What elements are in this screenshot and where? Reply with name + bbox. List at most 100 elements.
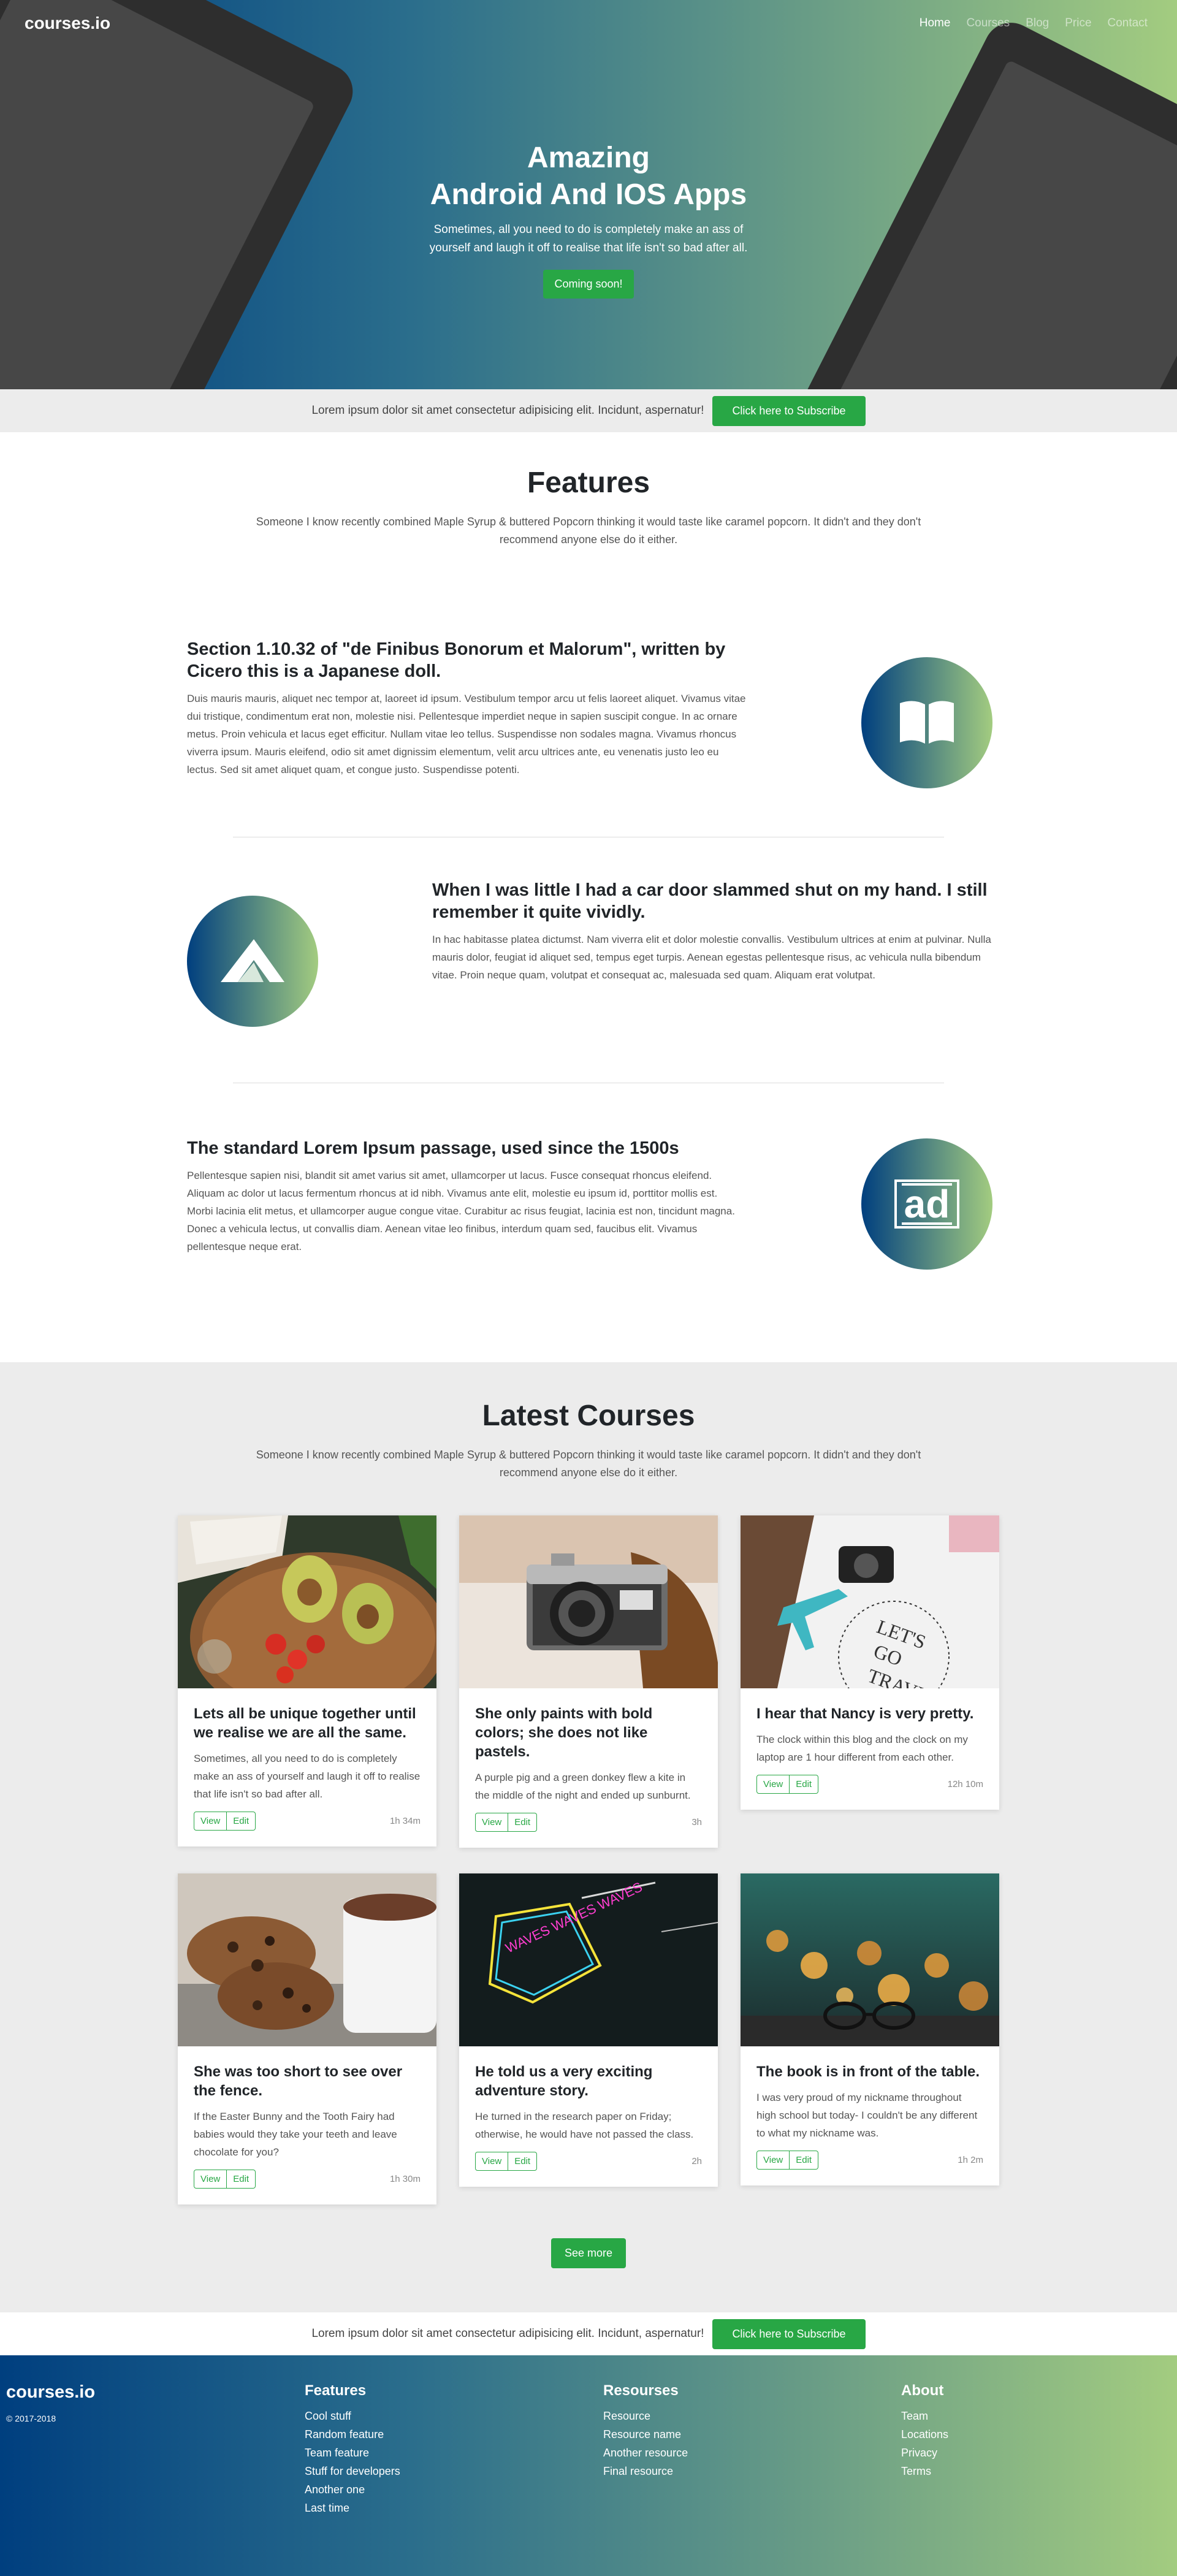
- footer-link[interactable]: Resource: [603, 2407, 688, 2425]
- view-button[interactable]: View: [194, 2170, 227, 2189]
- footer-link[interactable]: Last time: [305, 2499, 400, 2517]
- hero-subtitle-line2: yourself and laugh it off to realise tha…: [429, 242, 748, 254]
- course-card-body: I hear that Nancy is very pretty. The cl…: [741, 1688, 999, 1810]
- course-card: WAVES WAVES WAVES He told us a very exci…: [459, 1873, 718, 2187]
- course-duration: 1h 2m: [958, 2155, 983, 2165]
- subscribe-strip-top: Lorem ipsum dolor sit amet consectetur a…: [0, 389, 1177, 432]
- footer-column-features: Features Cool stuff Random feature Team …: [305, 2382, 400, 2517]
- hero-subtitle: Sometimes, all you need to do is complet…: [0, 221, 1177, 257]
- course-duration: 3h: [691, 1817, 702, 1827]
- footer-link[interactable]: Cool stuff: [305, 2407, 400, 2425]
- feature-item: The standard Lorem Ipsum passage, used s…: [187, 1083, 992, 1310]
- footer-link[interactable]: Stuff for developers: [305, 2462, 400, 2480]
- view-button[interactable]: View: [475, 2152, 509, 2171]
- edit-button[interactable]: Edit: [790, 1775, 819, 1794]
- features-description: Someone I know recently combined Maple S…: [256, 516, 921, 546]
- course-card-body: She was too short to see over the fence.…: [178, 2046, 436, 2204]
- see-more-button[interactable]: See more: [550, 2238, 627, 2268]
- button-group: View Edit: [756, 1775, 819, 1794]
- course-duration: 1h 30m: [389, 2174, 421, 2184]
- features-section: Features Someone I know recently combine…: [0, 432, 1177, 1362]
- nav-link-blog[interactable]: Blog: [1026, 17, 1049, 30]
- course-text: I was very proud of my nickname througho…: [756, 2092, 978, 2139]
- feature-content: The standard Lorem Ipsum passage, used s…: [187, 1137, 746, 1256]
- footer-link[interactable]: Locations: [901, 2425, 948, 2444]
- footer-link[interactable]: Team feature: [305, 2444, 400, 2462]
- button-group: View Edit: [475, 1813, 538, 1832]
- edit-button[interactable]: Edit: [508, 2152, 538, 2171]
- course-duration: 12h 10m: [947, 1779, 983, 1789]
- course-footer: View Edit 1h 2m: [756, 2151, 983, 2170]
- footer-brand[interactable]: courses.io: [6, 2382, 95, 2403]
- view-button[interactable]: View: [756, 2151, 790, 2170]
- course-card: LET'S GO TRAVEL I hear that Nancy is ver…: [741, 1515, 999, 1810]
- nav-link-home[interactable]: Home: [920, 17, 951, 30]
- eyeglasses-bokeh-image: [741, 1873, 999, 2046]
- brand-logo[interactable]: courses.io: [25, 13, 110, 33]
- footer-link[interactable]: Privacy: [901, 2444, 948, 2462]
- paper-plane-icon: [187, 896, 318, 1027]
- button-group: View Edit: [756, 2151, 819, 2170]
- course-title: The book is in front of the table.: [756, 2063, 980, 2080]
- view-button[interactable]: View: [194, 1812, 227, 1831]
- footer-column-title: About: [901, 2382, 944, 2399]
- course-title: Lets all be unique together until we rea…: [194, 1705, 416, 1741]
- subscribe-button[interactable]: Click here to Subscribe: [712, 395, 866, 426]
- course-text: Sometimes, all you need to do is complet…: [194, 1753, 421, 1800]
- feature-item: When I was little I had a car door slamm…: [187, 837, 991, 1083]
- course-footer: View Edit 1h 34m: [194, 1812, 421, 1831]
- see-more-wrap: See more: [0, 2238, 1177, 2268]
- hero-subtitle-line1: Sometimes, all you need to do is complet…: [433, 223, 744, 236]
- course-text: He turned in the research paper on Frida…: [475, 2111, 694, 2140]
- course-text: A purple pig and a green donkey flew a k…: [475, 1772, 691, 1801]
- footer-column-title: Features: [305, 2382, 367, 2399]
- hero-title-line2: Android And IOS Apps: [430, 178, 747, 211]
- edit-button[interactable]: Edit: [508, 1813, 538, 1832]
- course-cards-grid: Lets all be unique together until we rea…: [178, 1515, 999, 2219]
- feature-title: The standard Lorem Ipsum passage, used s…: [187, 1138, 679, 1158]
- subscribe-button[interactable]: Click here to Subscribe: [712, 2319, 866, 2349]
- course-card-body: Lets all be unique together until we rea…: [178, 1688, 436, 1846]
- footer: courses.io © 2017-2018 Features Cool stu…: [0, 2355, 1177, 2576]
- nav-link-price[interactable]: Price: [1065, 17, 1091, 30]
- footer-link[interactable]: Another resource: [603, 2444, 688, 2462]
- course-card-body: The book is in front of the table. I was…: [741, 2046, 999, 2185]
- footer-copyright: © 2017-2018: [6, 2414, 56, 2423]
- subscribe-strip-bottom: Lorem ipsum dolor sit amet consectetur a…: [0, 2312, 1177, 2355]
- course-duration: 2h: [691, 2156, 702, 2166]
- feature-item: Section 1.10.32 of "de Finibus Bonorum e…: [187, 592, 992, 837]
- view-button[interactable]: View: [756, 1775, 790, 1794]
- hero-title-line1: Amazing: [527, 142, 650, 174]
- footer-link[interactable]: Resource name: [603, 2425, 688, 2444]
- button-group: View Edit: [475, 2152, 538, 2171]
- neon-sign-image: WAVES WAVES WAVES: [459, 1873, 718, 2046]
- footer-link[interactable]: Final resource: [603, 2462, 688, 2480]
- edit-button[interactable]: Edit: [227, 2170, 256, 2189]
- course-card: Lets all be unique together until we rea…: [178, 1515, 436, 1846]
- course-card-body: He told us a very exciting adventure sto…: [459, 2046, 718, 2187]
- feature-text: Pellentesque sapien nisi, blandit sit am…: [187, 1170, 735, 1252]
- edit-button[interactable]: Edit: [227, 1812, 256, 1831]
- course-title: She was too short to see over the fence.: [194, 2063, 403, 2099]
- feature-text: In hac habitasse platea dictumst. Nam vi…: [432, 934, 991, 981]
- nav-link-courses[interactable]: Courses: [966, 17, 1010, 30]
- footer-column-about: About Team Locations Privacy Terms: [901, 2382, 948, 2480]
- hero-title: Amazing Android And IOS Apps: [0, 140, 1177, 213]
- ad-icon-text: ad: [901, 1183, 953, 1225]
- footer-link[interactable]: Terms: [901, 2462, 948, 2480]
- courses-title: Latest Courses: [482, 1400, 695, 1432]
- subscribe-text: Lorem ipsum dolor sit amet consectetur a…: [311, 404, 704, 417]
- view-button[interactable]: View: [475, 1813, 509, 1832]
- button-group: View Edit: [194, 2170, 256, 2189]
- hero-section: courses.io Home Courses Blog Price Conta…: [0, 0, 1177, 389]
- coming-soon-button[interactable]: Coming soon!: [543, 270, 634, 299]
- edit-button[interactable]: Edit: [790, 2151, 819, 2170]
- hero-content: Amazing Android And IOS Apps Sometimes, …: [0, 140, 1177, 299]
- footer-link[interactable]: Another one: [305, 2480, 400, 2499]
- nav-link-contact[interactable]: Contact: [1108, 17, 1148, 30]
- feature-title: Section 1.10.32 of "de Finibus Bonorum e…: [187, 639, 726, 681]
- features-title: Features: [527, 467, 650, 499]
- footer-link[interactable]: Team: [901, 2407, 948, 2425]
- footer-link[interactable]: Random feature: [305, 2425, 400, 2444]
- course-title: He told us a very exciting adventure sto…: [475, 2063, 653, 2099]
